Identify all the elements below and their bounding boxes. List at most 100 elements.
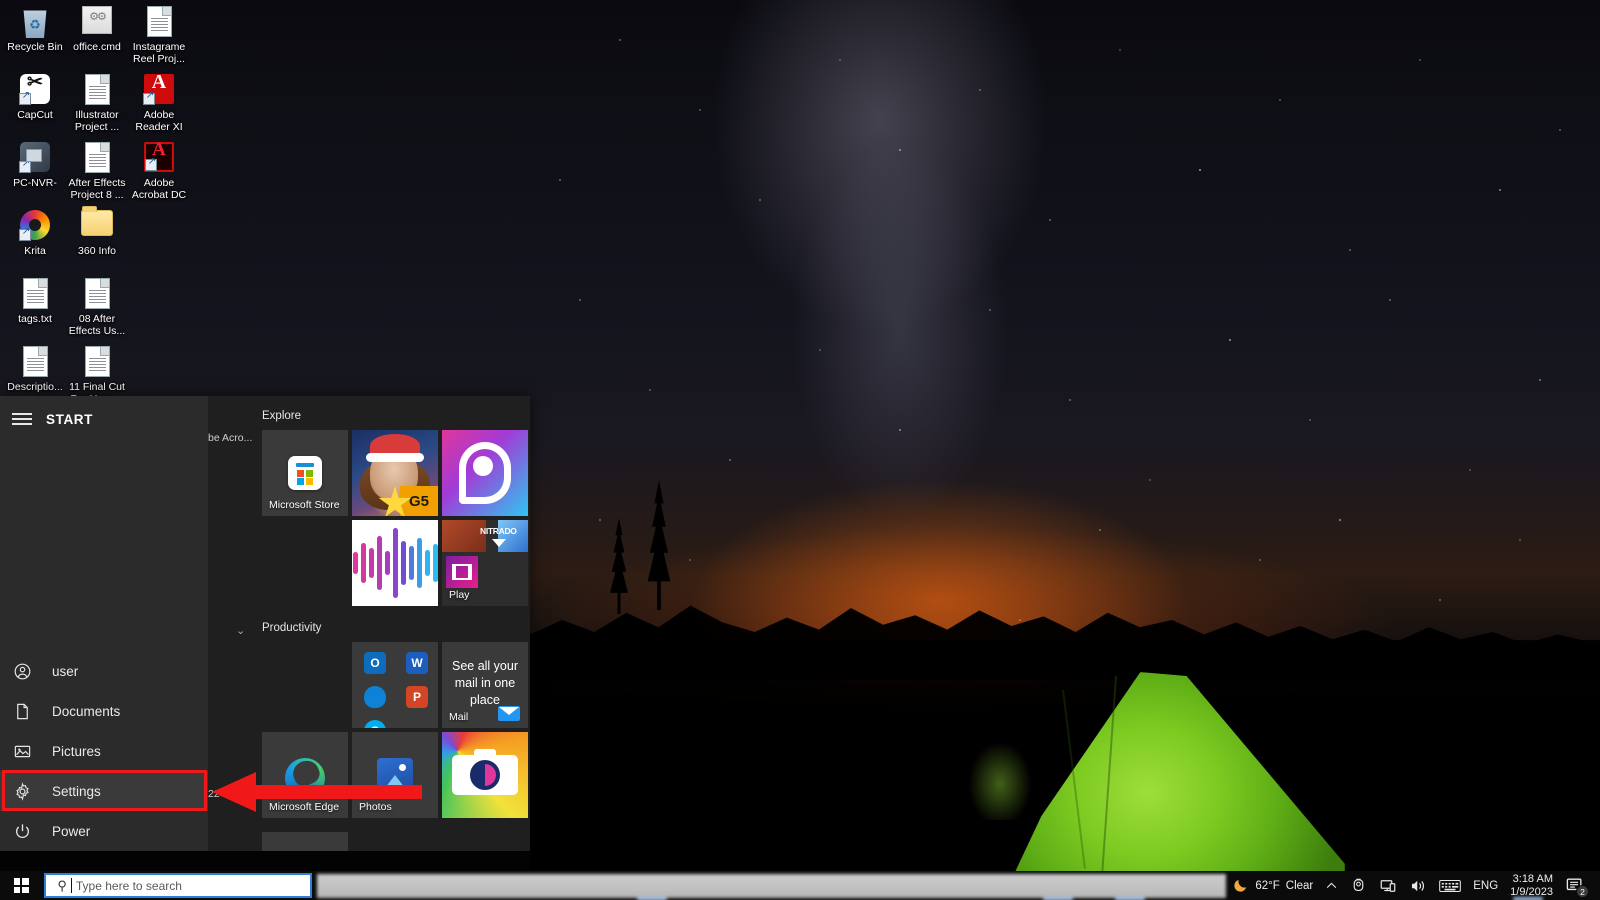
play-thumbnail bbox=[498, 520, 528, 552]
desktop-icon[interactable]: After Effects Project 8 ... bbox=[66, 142, 128, 201]
language-indicator[interactable]: ENG bbox=[1467, 871, 1504, 900]
desktop-icon[interactable]: CapCut bbox=[4, 74, 66, 121]
text-document-icon bbox=[19, 346, 51, 378]
desktop-icon-label: Descriptio... bbox=[7, 381, 63, 393]
annotation-arrow-icon bbox=[212, 772, 422, 812]
keyboard-icon bbox=[1439, 879, 1462, 892]
desktop-icon[interactable]: Recycle Bin bbox=[4, 6, 66, 53]
text-document-icon bbox=[143, 6, 175, 38]
text-document-icon bbox=[81, 346, 113, 378]
word-icon: W bbox=[406, 652, 428, 674]
start-menu-item-user[interactable]: user bbox=[0, 651, 208, 691]
desktop-icon[interactable]: Adobe Reader XI bbox=[128, 74, 190, 133]
desktop-icon[interactable]: Illustrator Project ... bbox=[66, 74, 128, 133]
desktop-icon-label: CapCut bbox=[17, 109, 53, 121]
onedrive-tray-button[interactable] bbox=[1344, 871, 1373, 900]
mail-headline: See all your mail in one place bbox=[451, 659, 518, 707]
adobe-acrobat-icon-glyph bbox=[144, 142, 174, 172]
taskbar-blurred-region bbox=[316, 873, 1543, 900]
desktop-icon-label: 08 After Effects Us... bbox=[68, 313, 126, 337]
clock-time: 3:18 AM bbox=[1512, 873, 1553, 885]
start-menu-shortcut-list: user Documents Pictures Settings Power bbox=[0, 651, 208, 851]
tile-group-explore: Microsoft Store G5 NITRADO Play bbox=[262, 430, 530, 608]
office-icon-cluster: O W X P N S bbox=[364, 652, 438, 728]
text-document-icon-glyph bbox=[84, 278, 110, 309]
desktop-icon-label: office.cmd bbox=[73, 41, 121, 53]
desktop-icon-label: Instagrame Reel Proj... bbox=[132, 41, 186, 65]
tile-mail[interactable]: See all your mail in one place Mail bbox=[442, 642, 528, 728]
tile-partially-visible[interactable] bbox=[262, 832, 348, 851]
desktop-icon[interactable]: PC-NVR- bbox=[4, 142, 66, 189]
adobe-acrobat-icon bbox=[143, 142, 175, 174]
desktop-icon[interactable]: office.cmd bbox=[66, 6, 128, 53]
desktop-icon-label: tags.txt bbox=[18, 313, 52, 325]
outlook-icon: O bbox=[364, 652, 386, 674]
recycle-bin-icon-glyph bbox=[23, 10, 47, 38]
start-menu-header: START bbox=[0, 396, 208, 442]
text-document-icon bbox=[19, 278, 51, 310]
cmd-file-icon bbox=[81, 6, 113, 38]
group-name-text: Productivity bbox=[262, 622, 322, 634]
volume-tray-button[interactable] bbox=[1403, 871, 1433, 900]
search-input[interactable]: ⚲ Type here to search bbox=[44, 873, 312, 898]
tile-label: Play bbox=[449, 589, 470, 601]
desktop-icon[interactable]: Krita bbox=[4, 210, 66, 257]
desktop-icon[interactable]: tags.txt bbox=[4, 278, 66, 325]
skype-icon: S bbox=[364, 720, 386, 728]
capcut-icon bbox=[19, 74, 51, 106]
dolby-icon bbox=[446, 556, 478, 588]
tile-label: Microsoft Store bbox=[269, 499, 340, 511]
tile-microsoft-store[interactable]: Microsoft Store bbox=[262, 430, 348, 516]
tile-camera[interactable] bbox=[442, 732, 528, 818]
tile-picsart[interactable] bbox=[442, 430, 528, 516]
power-icon bbox=[12, 821, 32, 841]
onedrive-icon bbox=[1353, 878, 1364, 892]
tile-label: Mail bbox=[449, 711, 469, 723]
start-menu-item-label: Settings bbox=[52, 783, 101, 799]
touch-keyboard-button[interactable] bbox=[1433, 871, 1467, 900]
start-button[interactable] bbox=[0, 871, 42, 900]
desktop-icon-label: PC-NVR- bbox=[13, 177, 57, 189]
desktop-icon[interactable]: 08 After Effects Us... bbox=[66, 278, 128, 337]
desktop-icon-label: Illustrator Project ... bbox=[74, 109, 120, 133]
documents-folder-icon bbox=[12, 701, 32, 721]
taskbar[interactable]: ⚲ Type here to search 62°F Clear ENG 3:1… bbox=[0, 871, 1600, 900]
start-menu-item-documents[interactable]: Documents bbox=[0, 691, 208, 731]
grass-tuft bbox=[955, 700, 1045, 820]
network-icon bbox=[1380, 879, 1396, 892]
tile-play[interactable]: NITRADO Play bbox=[442, 520, 528, 606]
weather-widget[interactable]: 62°F Clear bbox=[1226, 871, 1319, 900]
desktop-icon-label: Adobe Reader XI bbox=[135, 109, 183, 133]
tile-hidden-object-game[interactable]: G5 bbox=[352, 430, 438, 516]
start-menu-item-label: Documents bbox=[52, 703, 121, 719]
text-caret bbox=[70, 877, 72, 893]
weather-temperature: 62°F bbox=[1255, 879, 1280, 892]
hamburger-icon[interactable] bbox=[12, 412, 32, 426]
network-tray-button[interactable] bbox=[1373, 871, 1403, 900]
desktop-icon[interactable]: Descriptio... bbox=[4, 346, 66, 393]
clock[interactable]: 3:18 AM 1/9/2023 bbox=[1504, 873, 1561, 898]
start-menu-item-pictures[interactable]: Pictures bbox=[0, 731, 208, 771]
start-menu-item-label: user bbox=[52, 663, 79, 679]
pc-nvr-icon bbox=[19, 142, 51, 174]
clipped-app-list-label: be Acro... bbox=[208, 432, 253, 444]
tile-office[interactable]: O W X P N S bbox=[352, 642, 438, 728]
desktop-icon[interactable]: 360 Info bbox=[66, 206, 128, 257]
microsoft-store-icon bbox=[288, 456, 322, 490]
show-hidden-icons-button[interactable] bbox=[1319, 871, 1344, 900]
start-menu-spacer bbox=[0, 442, 208, 651]
desktop-icon-label: Krita bbox=[24, 245, 46, 257]
desktop-icon[interactable]: Instagrame Reel Proj... bbox=[128, 6, 190, 65]
gear-icon bbox=[12, 781, 32, 801]
start-menu-item-label: Power bbox=[52, 823, 91, 839]
desktop-icon-label: Recycle Bin bbox=[7, 41, 63, 53]
desktop-icon[interactable]: Adobe Acrobat DC bbox=[128, 142, 190, 201]
start-menu-item-power[interactable]: Power bbox=[0, 811, 208, 851]
weather-condition: Clear bbox=[1285, 879, 1314, 892]
text-document-icon-glyph bbox=[22, 278, 48, 309]
krita-icon-glyph bbox=[19, 210, 50, 241]
chevron-down-icon[interactable]: ⌄ bbox=[236, 624, 245, 637]
start-menu-item-settings[interactable]: Settings bbox=[0, 771, 208, 811]
tile-voice-recorder[interactable] bbox=[352, 520, 438, 606]
action-center-button[interactable]: 2 bbox=[1561, 871, 1594, 900]
